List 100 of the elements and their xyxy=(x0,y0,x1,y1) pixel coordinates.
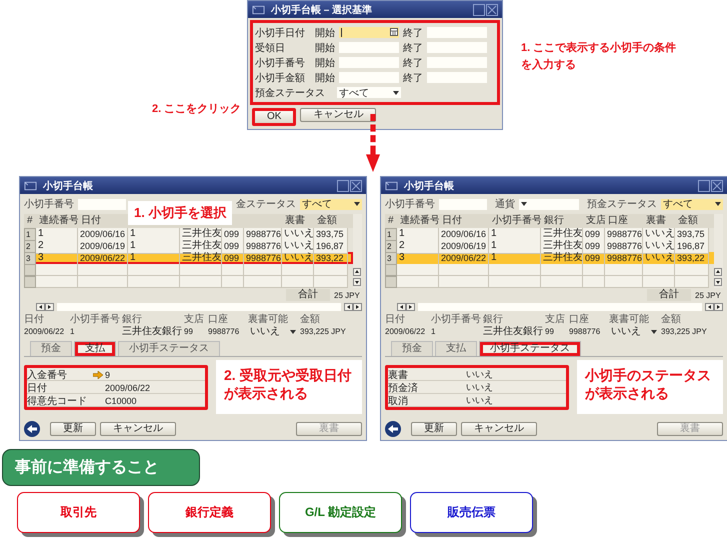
column-header[interactable]: 日付 xyxy=(439,214,489,228)
scroll-arrows-icon[interactable] xyxy=(36,303,54,311)
field-label: 金額 xyxy=(661,314,682,326)
column-header[interactable]: 日付 xyxy=(78,214,128,228)
scroll-down-icon[interactable] xyxy=(353,278,361,286)
instruction-note: 2. 受取元や受取日付が表示される xyxy=(216,360,362,414)
close-icon[interactable] xyxy=(711,180,723,192)
field-value: いいえ xyxy=(466,381,494,394)
tab[interactable]: 支払 xyxy=(74,341,116,356)
scroll-up-icon[interactable] xyxy=(353,268,361,276)
tab[interactable]: 小切手ステータス xyxy=(118,341,220,356)
input-field[interactable] xyxy=(339,72,399,83)
dialog-button[interactable]: キャンセル xyxy=(300,108,376,122)
field-value: 三井住友銀行 xyxy=(483,326,544,338)
window-button[interactable]: キャンセル xyxy=(461,422,537,436)
dropdown[interactable]: すべて xyxy=(300,198,362,210)
column-header[interactable]: 裏書 xyxy=(282,214,314,228)
scroll-down-icon[interactable] xyxy=(714,278,722,286)
column-header[interactable]: 金額 xyxy=(675,214,709,228)
input-field[interactable] xyxy=(427,57,487,68)
input-field[interactable] xyxy=(339,42,399,53)
window-button[interactable]: 更新 xyxy=(50,422,96,436)
table-cell: 2009/06/19 xyxy=(78,240,128,254)
field-value: 9 xyxy=(105,370,112,380)
dialog-button[interactable]: OK xyxy=(252,108,296,126)
scroll-arrows-icon[interactable] xyxy=(344,303,362,311)
calendar-icon[interactable] xyxy=(390,28,398,36)
table-cell: 2 xyxy=(397,240,439,254)
window-button[interactable]: キャンセル xyxy=(100,422,176,436)
tab[interactable]: 小切手ステータス xyxy=(479,341,581,356)
close-icon[interactable] xyxy=(486,4,498,16)
link-arrow-icon[interactable] xyxy=(93,370,103,378)
input-field[interactable] xyxy=(427,27,487,38)
input-field[interactable] xyxy=(427,72,487,83)
field-label: 終了 xyxy=(403,26,424,40)
field-label: 開始 xyxy=(315,26,336,40)
caret-icon xyxy=(715,202,721,206)
dropdown[interactable]: いいえ xyxy=(248,326,298,337)
vertical-scrollbar[interactable] xyxy=(714,214,723,288)
window-title: 小切手台帳 – 選択基準 xyxy=(271,4,372,16)
close-icon[interactable] xyxy=(350,180,362,192)
field-label: 裏書可能 xyxy=(248,314,289,326)
vertical-scrollbar[interactable] xyxy=(353,214,362,288)
field-value: 2009/06/22 xyxy=(105,382,152,392)
field-label: 日付 xyxy=(27,382,48,394)
section-heading: 事前に準備すること xyxy=(2,449,200,486)
scroll-up-icon[interactable] xyxy=(714,268,722,276)
column-header[interactable]: 口座 xyxy=(605,214,643,228)
tab[interactable]: 支払 xyxy=(435,341,477,356)
dropdown[interactable]: いいえ xyxy=(609,326,659,337)
field-value: 393,225 JPY xyxy=(300,326,347,338)
field-label: 支店 xyxy=(545,314,566,326)
field-label: 小切手番号 xyxy=(24,198,74,211)
minimize-icon[interactable] xyxy=(473,4,485,16)
input-field[interactable] xyxy=(339,27,399,38)
field-label: 金ステータス xyxy=(236,198,296,211)
field-label: 銀行 xyxy=(483,314,504,326)
dropdown[interactable]: すべて xyxy=(337,87,401,98)
field-label: 銀行 xyxy=(122,314,143,326)
input-field[interactable] xyxy=(427,42,487,53)
field-label: 入金番号 xyxy=(27,368,68,382)
total-value: 25 JPY xyxy=(695,290,722,300)
caret-icon xyxy=(651,330,657,334)
table-cell: 196,87 xyxy=(314,240,348,254)
column-header[interactable]: 銀行 xyxy=(541,214,583,228)
field-label: 開始 xyxy=(315,42,336,54)
column-header[interactable]: # xyxy=(24,214,36,228)
field-value: 1 xyxy=(431,326,436,338)
table-cell: 099 xyxy=(583,240,605,254)
field-label: 預金済 xyxy=(388,382,419,394)
field-label: 口座 xyxy=(569,314,590,326)
table-cell: いいえ xyxy=(643,240,675,254)
dropdown[interactable]: すべて xyxy=(661,198,723,210)
window-title: 小切手台帳 xyxy=(43,180,93,192)
field-label: 開始 xyxy=(315,56,336,70)
down-arrow xyxy=(365,114,381,172)
scroll-arrows-icon[interactable] xyxy=(705,303,723,311)
field-label: 取消 xyxy=(388,394,409,408)
column-header[interactable]: # xyxy=(385,214,397,228)
column-header[interactable]: 金額 xyxy=(314,214,348,228)
field-label: 口座 xyxy=(208,314,229,326)
window-title: 小切手台帳 xyxy=(404,180,454,192)
window-button[interactable]: 更新 xyxy=(411,422,457,436)
field-value: 三井住友銀行 xyxy=(122,326,183,338)
tab[interactable]: 預金 xyxy=(391,341,433,356)
total-label: 合計 xyxy=(647,289,691,301)
input-field[interactable] xyxy=(439,198,487,210)
column-header[interactable]: 裏書 xyxy=(643,214,675,228)
minimize-icon[interactable] xyxy=(337,180,349,192)
minimize-icon[interactable] xyxy=(698,180,710,192)
window-icon xyxy=(385,180,398,190)
field-label: 日付 xyxy=(385,314,406,326)
table-cell: 1 xyxy=(489,240,541,254)
input-field[interactable] xyxy=(78,198,126,210)
scroll-arrows-icon[interactable] xyxy=(397,303,415,311)
input-field[interactable] xyxy=(339,57,399,68)
field-label: 終了 xyxy=(403,72,424,84)
field-value: 99 xyxy=(545,326,555,338)
tab[interactable]: 預金 xyxy=(30,341,72,356)
table-cell: 9988776 xyxy=(605,240,643,254)
